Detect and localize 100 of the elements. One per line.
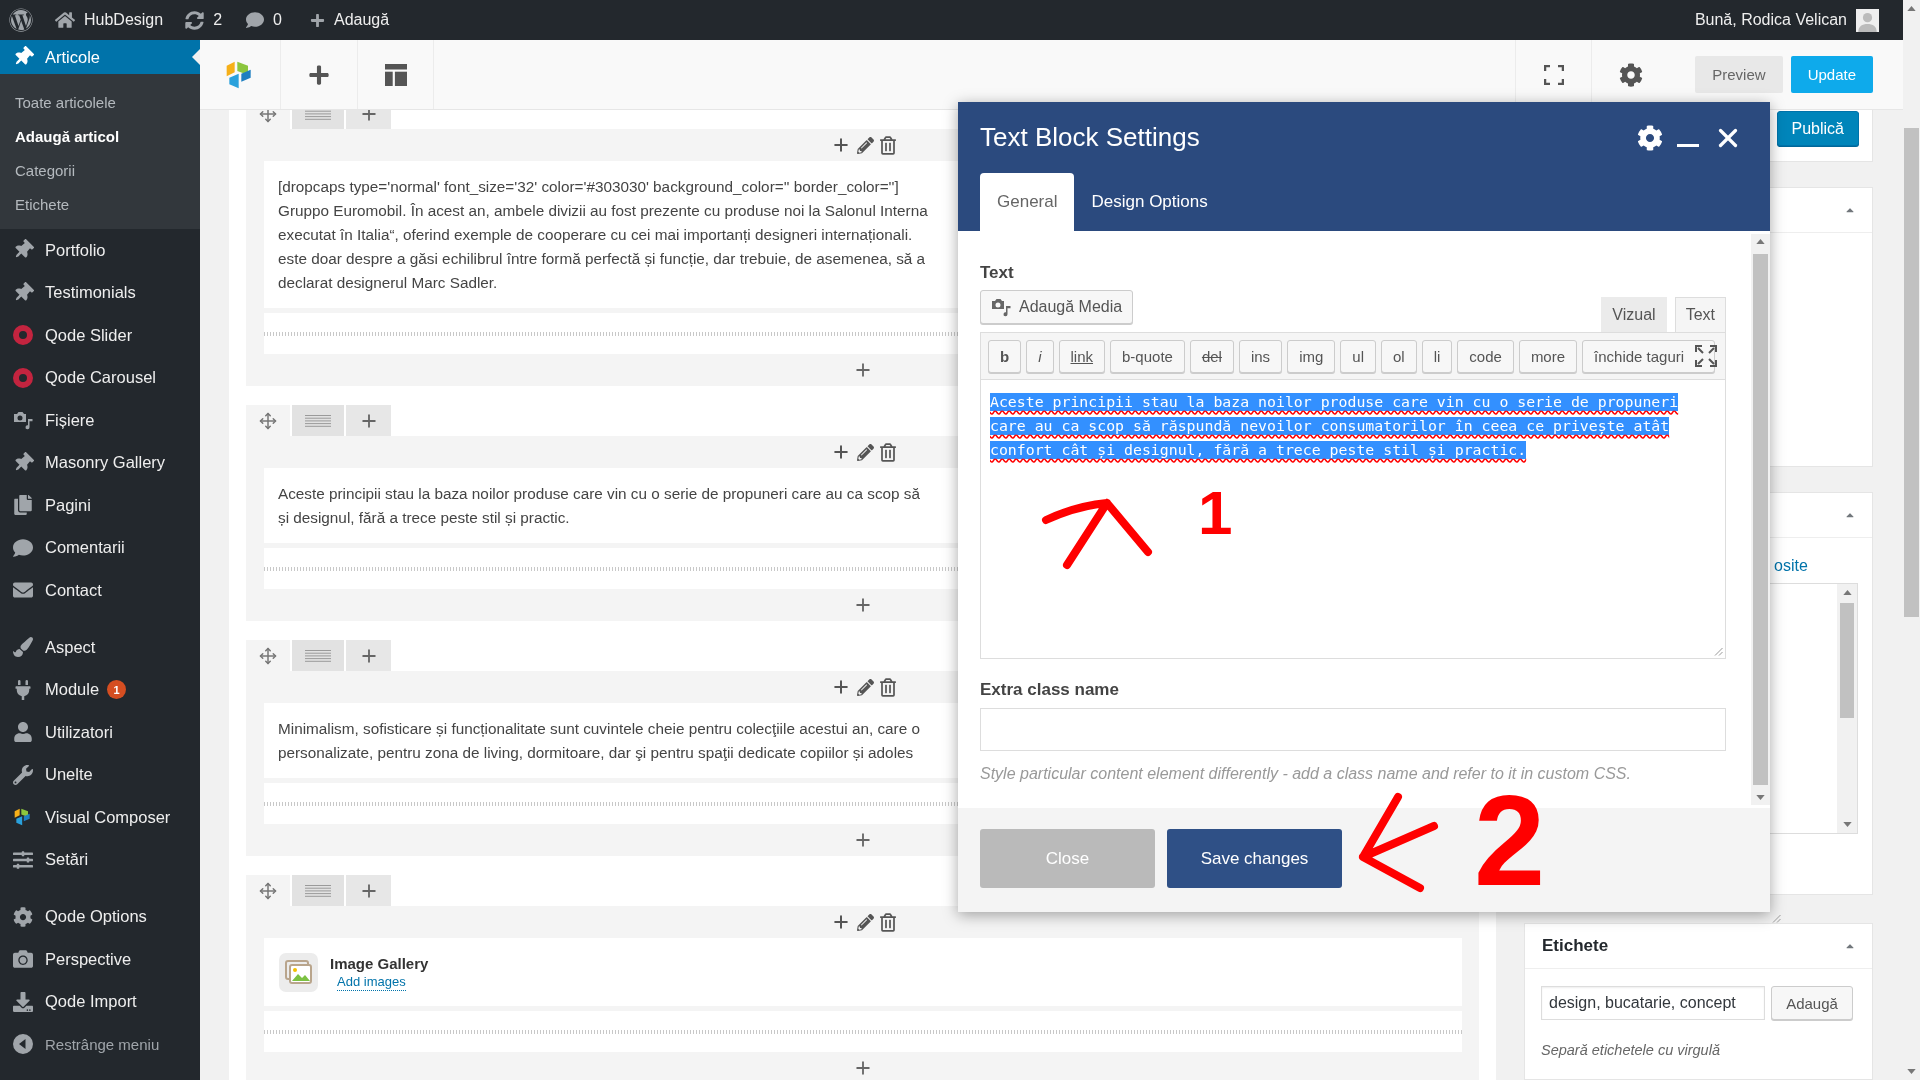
comments-link[interactable]: 0 xyxy=(232,0,292,40)
submenu-item[interactable]: Etichete xyxy=(0,188,200,222)
quicktag-button[interactable]: more xyxy=(1518,339,1578,373)
add-element-button[interactable] xyxy=(853,1058,873,1078)
scrollbar[interactable] xyxy=(1751,234,1770,805)
edit-button[interactable] xyxy=(856,443,874,461)
resize-grip-icon xyxy=(1772,914,1781,923)
move-handle[interactable] xyxy=(246,405,290,436)
scrollbar-thumb[interactable] xyxy=(1753,254,1768,785)
class-name-field[interactable] xyxy=(980,708,1726,751)
quicktag-button[interactable]: code xyxy=(1457,339,1514,373)
publish-button[interactable]: Publică xyxy=(1776,111,1859,146)
category-tab-link[interactable]: osite xyxy=(1774,556,1808,576)
scroll-up-icon xyxy=(1842,590,1852,595)
comment-icon xyxy=(246,11,265,29)
expand-icon[interactable] xyxy=(1695,345,1717,367)
add-column-button[interactable] xyxy=(346,405,391,436)
quicktag-button[interactable]: img xyxy=(1287,339,1336,373)
scroll-down-icon xyxy=(1907,1069,1916,1074)
add-element-button[interactable] xyxy=(853,360,873,380)
quicktag-button[interactable]: ul xyxy=(1340,339,1376,373)
paragraph-text: Aceste principii stau la baza noilor produse care vin cu o serie de propuneri care au ca scop să și designul, fără a trece peste stil și practic. xyxy=(278,484,920,528)
edit-button[interactable] xyxy=(856,913,874,931)
settings-button[interactable] xyxy=(1637,124,1663,151)
selected-text: Aceste principii stau la baza noilor produse care vin cu o serie de propuneri care au ca scop să răspundă nevoilor consumatorilor în ceea ce privește atât confort cât și designul, fără a trece peste stil și practic. xyxy=(990,392,1680,461)
quicktag-button[interactable]: i xyxy=(1026,339,1054,373)
add-media-button[interactable]: Adaugă Media xyxy=(980,290,1134,324)
collapse-menu-button[interactable]: Restrânge meniu xyxy=(0,1023,200,1066)
menu-item[interactable]: Fișiere xyxy=(0,399,200,442)
quicktag-button[interactable]: ins xyxy=(1238,339,1283,373)
menu-item[interactable]: Aspect xyxy=(0,626,200,669)
tab[interactable]: General xyxy=(980,173,1075,231)
editor-tab[interactable]: Text xyxy=(1674,297,1726,332)
submenu-item[interactable]: Toate articolele xyxy=(0,86,200,120)
scrollbar-thumb[interactable] xyxy=(1840,603,1854,718)
add-tag-button[interactable]: Adaugă xyxy=(1771,986,1853,1020)
editor-tab[interactable]: Vizual xyxy=(1601,297,1667,332)
tags-field[interactable]: design, bucatarie, concept xyxy=(1541,986,1765,1020)
quicktag-button[interactable]: del xyxy=(1189,339,1234,373)
add-element-button[interactable] xyxy=(853,830,873,850)
submenu-item[interactable]: Adaugă articol xyxy=(0,120,200,154)
edit-button[interactable] xyxy=(856,678,874,696)
menu-item[interactable]: Articole xyxy=(0,40,200,74)
delete-button[interactable] xyxy=(879,135,896,155)
menu-item[interactable]: Qode Import xyxy=(0,980,200,1023)
layout-icon xyxy=(384,63,407,86)
menu-item[interactable]: Portfolio xyxy=(0,229,200,272)
delete-button[interactable] xyxy=(879,912,896,932)
menu-item[interactable]: Contact xyxy=(0,569,200,612)
menu-item[interactable]: Perspective xyxy=(0,938,200,981)
submenu-item[interactable]: Categorii xyxy=(0,154,200,188)
new-content-link[interactable]: Adaugă xyxy=(291,0,400,40)
quicktag-button[interactable]: ol xyxy=(1381,339,1417,373)
menu-item[interactable]: Comentarii xyxy=(0,526,200,569)
menu-item[interactable]: Qode Options xyxy=(0,895,200,938)
add-column-button[interactable] xyxy=(346,875,391,906)
quicktag-button[interactable]: închide taguri xyxy=(1582,339,1716,373)
add-element-button[interactable] xyxy=(853,595,873,615)
account-link[interactable]: Bună, Rodica Velican xyxy=(1684,0,1889,40)
menu-item[interactable]: Setări xyxy=(0,838,200,881)
collapse-arrow-icon xyxy=(13,1034,33,1055)
edit-button[interactable] xyxy=(856,136,874,154)
updates-link[interactable]: 2 xyxy=(173,0,233,40)
save-button[interactable]: Save changes xyxy=(1167,829,1342,888)
add-images-link[interactable]: Add images xyxy=(337,973,406,991)
menu-item[interactable]: Masonry Gallery xyxy=(0,441,200,484)
pencil-icon xyxy=(856,678,874,696)
site-link[interactable]: HubDesign xyxy=(42,0,174,40)
menu-item[interactable]: Pagini xyxy=(0,484,200,527)
element-title: Image Gallery xyxy=(330,953,429,974)
scrollbar-thumb[interactable] xyxy=(1904,128,1919,617)
plus-icon xyxy=(308,63,330,86)
delete-button[interactable] xyxy=(879,442,896,462)
menu-item[interactable]: Visual Composer xyxy=(0,796,200,839)
annotation-number: 2 xyxy=(1474,790,1546,893)
preview-button[interactable]: Preview xyxy=(1695,56,1783,93)
menu-item[interactable]: Unelte xyxy=(0,753,200,796)
plus-icon xyxy=(853,360,873,380)
tab[interactable]: Design Options xyxy=(1074,173,1225,231)
move-handle[interactable] xyxy=(246,640,290,671)
move-handle[interactable] xyxy=(246,875,290,906)
scroll-down-icon xyxy=(1756,795,1765,800)
quicktag-button[interactable]: li xyxy=(1421,339,1453,373)
menu-item[interactable]: Utilizatori xyxy=(0,711,200,754)
quicktag-button[interactable]: b-quote xyxy=(1110,339,1185,373)
quicktag-button[interactable]: b xyxy=(988,339,1022,373)
quicktag-button[interactable]: link xyxy=(1058,339,1106,373)
comment-icon xyxy=(13,537,33,558)
media-icon xyxy=(13,410,33,431)
add-column-button[interactable] xyxy=(346,640,391,671)
cube-logo-icon xyxy=(13,807,33,828)
scrollbar[interactable] xyxy=(1837,584,1857,833)
pencil-icon xyxy=(856,913,874,931)
menu-item[interactable]: Testimonials xyxy=(0,271,200,314)
lines-icon xyxy=(305,649,331,662)
text-editor-field[interactable] xyxy=(980,380,1726,659)
delete-button[interactable] xyxy=(879,677,896,697)
menu-item[interactable]: Qode Carousel xyxy=(0,356,200,399)
menu-item[interactable]: Qode Slider xyxy=(0,314,200,357)
menu-item[interactable]: Module 1 xyxy=(0,668,200,711)
